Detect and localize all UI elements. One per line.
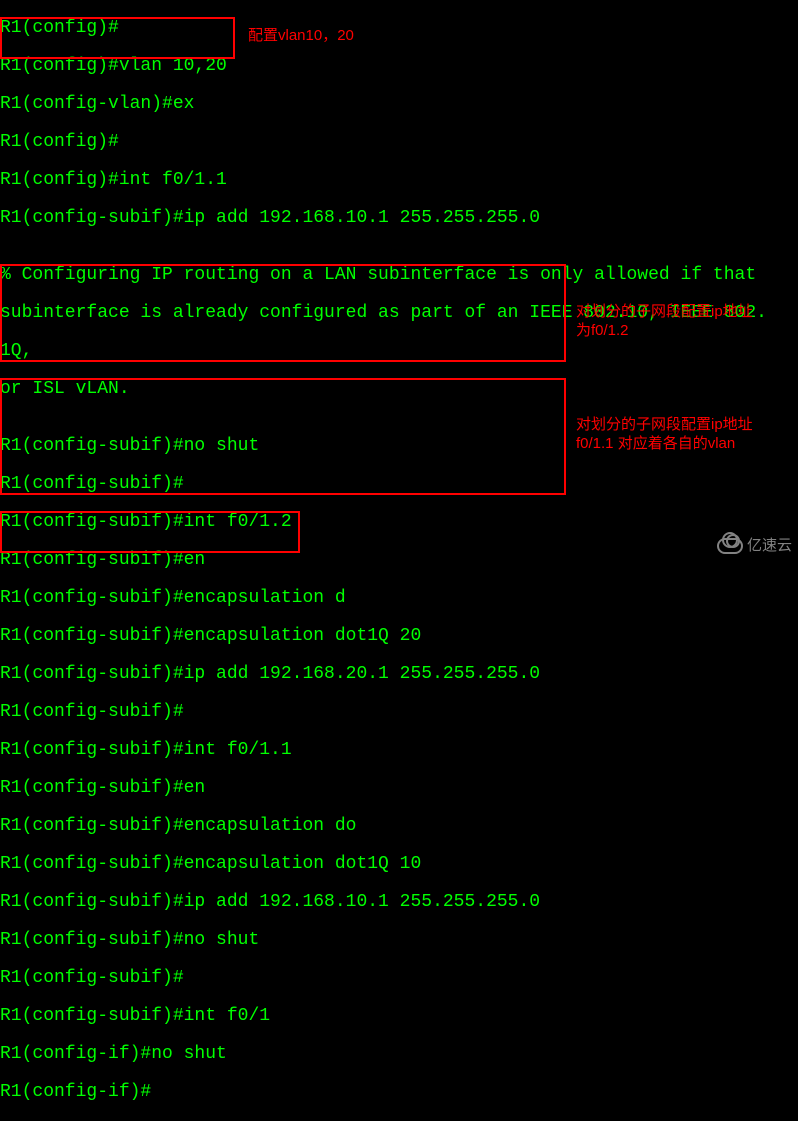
terminal-line: R1(config-subif)#en xyxy=(0,779,798,798)
terminal-line: R1(config-subif)#encapsulation dot1Q 10 xyxy=(0,855,798,874)
terminal-line: R1(config)# xyxy=(0,19,798,38)
annotation-text: 对划分的子网段配置ip地址 xyxy=(576,302,786,321)
terminal-line: R1(config-subif)#encapsulation do xyxy=(0,817,798,836)
annotation-f011: 对划分的子网段配置ip地址 f0/1.1 对应着各自的vlan xyxy=(576,415,796,453)
terminal-line: R1(config-subif)#ip add 192.168.20.1 255… xyxy=(0,665,798,684)
terminal-line: R1(config-if)# xyxy=(0,1083,798,1102)
terminal-line: R1(config-subif)# xyxy=(0,703,798,722)
terminal-line: R1(config)#vlan 10,20 xyxy=(0,57,798,76)
annotation-text: f0/1.1 对应着各自的vlan xyxy=(576,434,796,453)
terminal-line: 1Q, xyxy=(0,342,798,361)
terminal-line: R1(config)#int f0/1.1 xyxy=(0,171,798,190)
terminal-line: R1(config-subif)# xyxy=(0,475,798,494)
watermark: 亿速云 xyxy=(717,536,792,555)
terminal-line: or ISL vLAN. xyxy=(0,380,798,399)
annotation-text: 对划分的子网段配置ip地址 xyxy=(576,415,796,434)
terminal-line: R1(config-subif)#int f0/1 xyxy=(0,1007,798,1026)
terminal-line: R1(config-subif)#ip add 192.168.10.1 255… xyxy=(0,893,798,912)
terminal-line: R1(config-subif)#encapsulation d xyxy=(0,589,798,608)
terminal-line: % Configuring IP routing on a LAN subint… xyxy=(0,266,798,285)
terminal-line: R1(config-subif)# xyxy=(0,969,798,988)
terminal-line: R1(config-if)#no shut xyxy=(0,1045,798,1064)
watermark-text: 亿速云 xyxy=(747,536,792,555)
terminal-line: R1(config-subif)#int f0/1.1 xyxy=(0,741,798,760)
terminal-line: R1(config-subif)#int f0/1.2 xyxy=(0,513,798,532)
annotation-text: 为f0/1.2 xyxy=(576,321,786,340)
annotation-vlan: 配置vlan10，20 xyxy=(248,26,354,45)
terminal-line: R1(config)# xyxy=(0,133,798,152)
terminal-line: R1(config-subif)#no shut xyxy=(0,931,798,950)
terminal-line: R1(config-subif)#encapsulation dot1Q 20 xyxy=(0,627,798,646)
annotation-f012: 对划分的子网段配置ip地址 为f0/1.2 xyxy=(576,302,786,340)
terminal-line: R1(config-vlan)#ex xyxy=(0,95,798,114)
terminal-line: R1(config-subif)#ip add 192.168.10.1 255… xyxy=(0,209,798,228)
cloud-icon xyxy=(717,538,743,554)
